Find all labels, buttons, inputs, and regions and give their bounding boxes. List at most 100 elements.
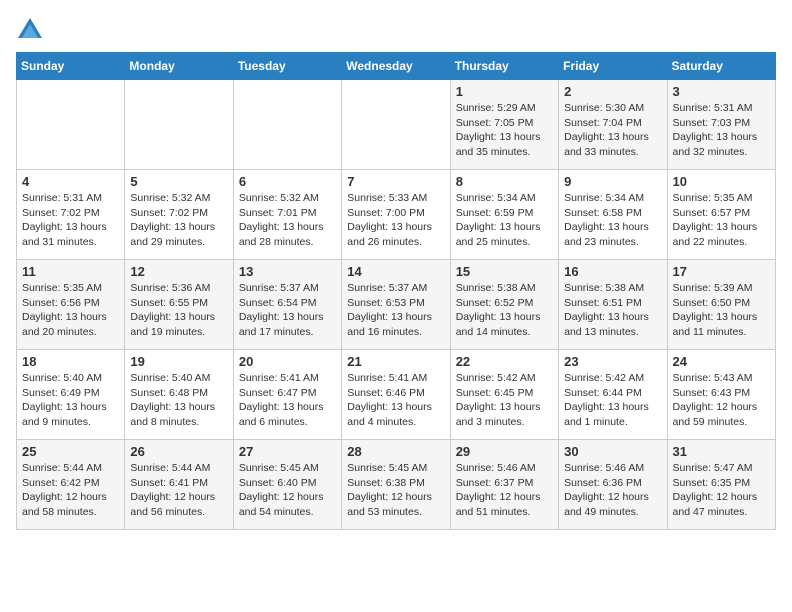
day-number: 31: [673, 444, 770, 459]
day-number: 15: [456, 264, 553, 279]
day-info: Sunrise: 5:37 AM Sunset: 6:54 PM Dayligh…: [239, 281, 336, 340]
calendar-cell: 19 Sunrise: 5:40 AM Sunset: 6:48 PM Dayli…: [125, 350, 233, 440]
calendar-cell: 5 Sunrise: 5:32 AM Sunset: 7:02 PM Daylig…: [125, 170, 233, 260]
day-number: 9: [564, 174, 661, 189]
calendar-table: SundayMondayTuesdayWednesdayThursdayFrid…: [16, 52, 776, 530]
calendar-cell: 1Sunrise: 5:29 AM Sunset: 7:05 PM Daylig…: [450, 80, 558, 170]
day-info: Sunrise: 5:46 AM Sunset: 6:36 PM Dayligh…: [564, 461, 661, 520]
day-info: Sunrise: 5:40 AM Sunset: 6:48 PM Dayligh…: [130, 371, 227, 430]
day-info: Sunrise: 5:47 AM Sunset: 6:35 PM Dayligh…: [673, 461, 770, 520]
calendar-cell: 15 Sunrise: 5:38 AM Sunset: 6:52 PM Dayli…: [450, 260, 558, 350]
calendar-cell: 13 Sunrise: 5:37 AM Sunset: 6:54 PM Dayli…: [233, 260, 341, 350]
logo-icon: [16, 16, 44, 44]
calendar-cell: 18 Sunrise: 5:40 AM Sunset: 6:49 PM Dayli…: [17, 350, 125, 440]
calendar-cell: 14Sunrise: 5:37 AM Sunset: 6:53 PM Dayli…: [342, 260, 450, 350]
calendar-cell: 21Sunrise: 5:41 AM Sunset: 6:46 PM Dayli…: [342, 350, 450, 440]
day-number: 22: [456, 354, 553, 369]
day-number: 26: [130, 444, 227, 459]
day-info: Sunrise: 5:39 AM Sunset: 6:50 PM Dayligh…: [673, 281, 770, 340]
calendar-cell: 29 Sunrise: 5:46 AM Sunset: 6:37 PM Dayli…: [450, 440, 558, 530]
day-number: 27: [239, 444, 336, 459]
day-number: 25: [22, 444, 119, 459]
day-info: Sunrise: 5:29 AM Sunset: 7:05 PM Dayligh…: [456, 101, 553, 160]
weekday-header-monday: Monday: [125, 53, 233, 80]
day-number: 30: [564, 444, 661, 459]
day-info: Sunrise: 5:32 AM Sunset: 7:02 PM Dayligh…: [130, 191, 227, 250]
day-info: Sunrise: 5:38 AM Sunset: 6:52 PM Dayligh…: [456, 281, 553, 340]
calendar-cell: 22 Sunrise: 5:42 AM Sunset: 6:45 PM Dayli…: [450, 350, 558, 440]
day-number: 2: [564, 84, 661, 99]
day-number: 8: [456, 174, 553, 189]
weekday-header-sunday: Sunday: [17, 53, 125, 80]
day-info: Sunrise: 5:33 AM Sunset: 7:00 PM Dayligh…: [347, 191, 444, 250]
day-info: Sunrise: 5:43 AM Sunset: 6:43 PM Dayligh…: [673, 371, 770, 430]
day-info: Sunrise: 5:41 AM Sunset: 6:47 PM Dayligh…: [239, 371, 336, 430]
day-info: Sunrise: 5:42 AM Sunset: 6:45 PM Dayligh…: [456, 371, 553, 430]
calendar-cell: 7 Sunrise: 5:33 AM Sunset: 7:00 PM Daylig…: [342, 170, 450, 260]
calendar-cell: 4 Sunrise: 5:31 AM Sunset: 7:02 PM Daylig…: [17, 170, 125, 260]
day-number: 14: [347, 264, 444, 279]
day-info: Sunrise: 5:45 AM Sunset: 6:38 PM Dayligh…: [347, 461, 444, 520]
calendar-cell: 23Sunrise: 5:42 AM Sunset: 6:44 PM Dayli…: [559, 350, 667, 440]
calendar-cell: [17, 80, 125, 170]
day-number: 5: [130, 174, 227, 189]
day-number: 19: [130, 354, 227, 369]
day-number: 29: [456, 444, 553, 459]
day-number: 7: [347, 174, 444, 189]
calendar-cell: 6Sunrise: 5:32 AM Sunset: 7:01 PM Daylig…: [233, 170, 341, 260]
calendar-cell: 27 Sunrise: 5:45 AM Sunset: 6:40 PM Dayli…: [233, 440, 341, 530]
day-number: 13: [239, 264, 336, 279]
day-number: 11: [22, 264, 119, 279]
weekday-header-thursday: Thursday: [450, 53, 558, 80]
calendar-cell: 25 Sunrise: 5:44 AM Sunset: 6:42 PM Dayli…: [17, 440, 125, 530]
day-number: 20: [239, 354, 336, 369]
calendar-cell: 9Sunrise: 5:34 AM Sunset: 6:58 PM Daylig…: [559, 170, 667, 260]
calendar-cell: 17 Sunrise: 5:39 AM Sunset: 6:50 PM Dayli…: [667, 260, 775, 350]
day-number: 10: [673, 174, 770, 189]
day-info: Sunrise: 5:36 AM Sunset: 6:55 PM Dayligh…: [130, 281, 227, 340]
day-info: Sunrise: 5:35 AM Sunset: 6:57 PM Dayligh…: [673, 191, 770, 250]
calendar-cell: 3 Sunrise: 5:31 AM Sunset: 7:03 PM Daylig…: [667, 80, 775, 170]
calendar-cell: 24Sunrise: 5:43 AM Sunset: 6:43 PM Dayli…: [667, 350, 775, 440]
calendar-cell: 11 Sunrise: 5:35 AM Sunset: 6:56 PM Dayli…: [17, 260, 125, 350]
day-info: Sunrise: 5:34 AM Sunset: 6:59 PM Dayligh…: [456, 191, 553, 250]
day-info: Sunrise: 5:45 AM Sunset: 6:40 PM Dayligh…: [239, 461, 336, 520]
day-info: Sunrise: 5:46 AM Sunset: 6:37 PM Dayligh…: [456, 461, 553, 520]
day-info: Sunrise: 5:44 AM Sunset: 6:41 PM Dayligh…: [130, 461, 227, 520]
weekday-header-saturday: Saturday: [667, 53, 775, 80]
day-number: 4: [22, 174, 119, 189]
calendar-cell: 2 Sunrise: 5:30 AM Sunset: 7:04 PM Daylig…: [559, 80, 667, 170]
logo: [16, 16, 48, 44]
day-number: 12: [130, 264, 227, 279]
calendar-week-2: 4 Sunrise: 5:31 AM Sunset: 7:02 PM Daylig…: [17, 170, 776, 260]
calendar-cell: 12 Sunrise: 5:36 AM Sunset: 6:55 PM Dayli…: [125, 260, 233, 350]
calendar-cell: 10 Sunrise: 5:35 AM Sunset: 6:57 PM Dayli…: [667, 170, 775, 260]
calendar-week-3: 11 Sunrise: 5:35 AM Sunset: 6:56 PM Dayli…: [17, 260, 776, 350]
page-header: [16, 16, 776, 44]
calendar-week-1: 1Sunrise: 5:29 AM Sunset: 7:05 PM Daylig…: [17, 80, 776, 170]
day-info: Sunrise: 5:35 AM Sunset: 6:56 PM Dayligh…: [22, 281, 119, 340]
day-number: 18: [22, 354, 119, 369]
day-info: Sunrise: 5:41 AM Sunset: 6:46 PM Dayligh…: [347, 371, 444, 430]
day-info: Sunrise: 5:42 AM Sunset: 6:44 PM Dayligh…: [564, 371, 661, 430]
calendar-cell: 28 Sunrise: 5:45 AM Sunset: 6:38 PM Dayli…: [342, 440, 450, 530]
calendar-cell: 30 Sunrise: 5:46 AM Sunset: 6:36 PM Dayli…: [559, 440, 667, 530]
day-number: 16: [564, 264, 661, 279]
day-number: 28: [347, 444, 444, 459]
calendar-week-4: 18 Sunrise: 5:40 AM Sunset: 6:49 PM Dayli…: [17, 350, 776, 440]
calendar-week-5: 25 Sunrise: 5:44 AM Sunset: 6:42 PM Dayli…: [17, 440, 776, 530]
day-number: 3: [673, 84, 770, 99]
calendar-header: SundayMondayTuesdayWednesdayThursdayFrid…: [17, 53, 776, 80]
calendar-cell: [233, 80, 341, 170]
calendar-cell: 20 Sunrise: 5:41 AM Sunset: 6:47 PM Dayli…: [233, 350, 341, 440]
calendar-cell: 31 Sunrise: 5:47 AM Sunset: 6:35 PM Dayli…: [667, 440, 775, 530]
day-info: Sunrise: 5:31 AM Sunset: 7:02 PM Dayligh…: [22, 191, 119, 250]
day-number: 17: [673, 264, 770, 279]
day-info: Sunrise: 5:31 AM Sunset: 7:03 PM Dayligh…: [673, 101, 770, 160]
day-info: Sunrise: 5:30 AM Sunset: 7:04 PM Dayligh…: [564, 101, 661, 160]
weekday-header-wednesday: Wednesday: [342, 53, 450, 80]
day-info: Sunrise: 5:44 AM Sunset: 6:42 PM Dayligh…: [22, 461, 119, 520]
calendar-cell: 16Sunrise: 5:38 AM Sunset: 6:51 PM Dayli…: [559, 260, 667, 350]
day-info: Sunrise: 5:40 AM Sunset: 6:49 PM Dayligh…: [22, 371, 119, 430]
calendar-cell: 26 Sunrise: 5:44 AM Sunset: 6:41 PM Dayli…: [125, 440, 233, 530]
